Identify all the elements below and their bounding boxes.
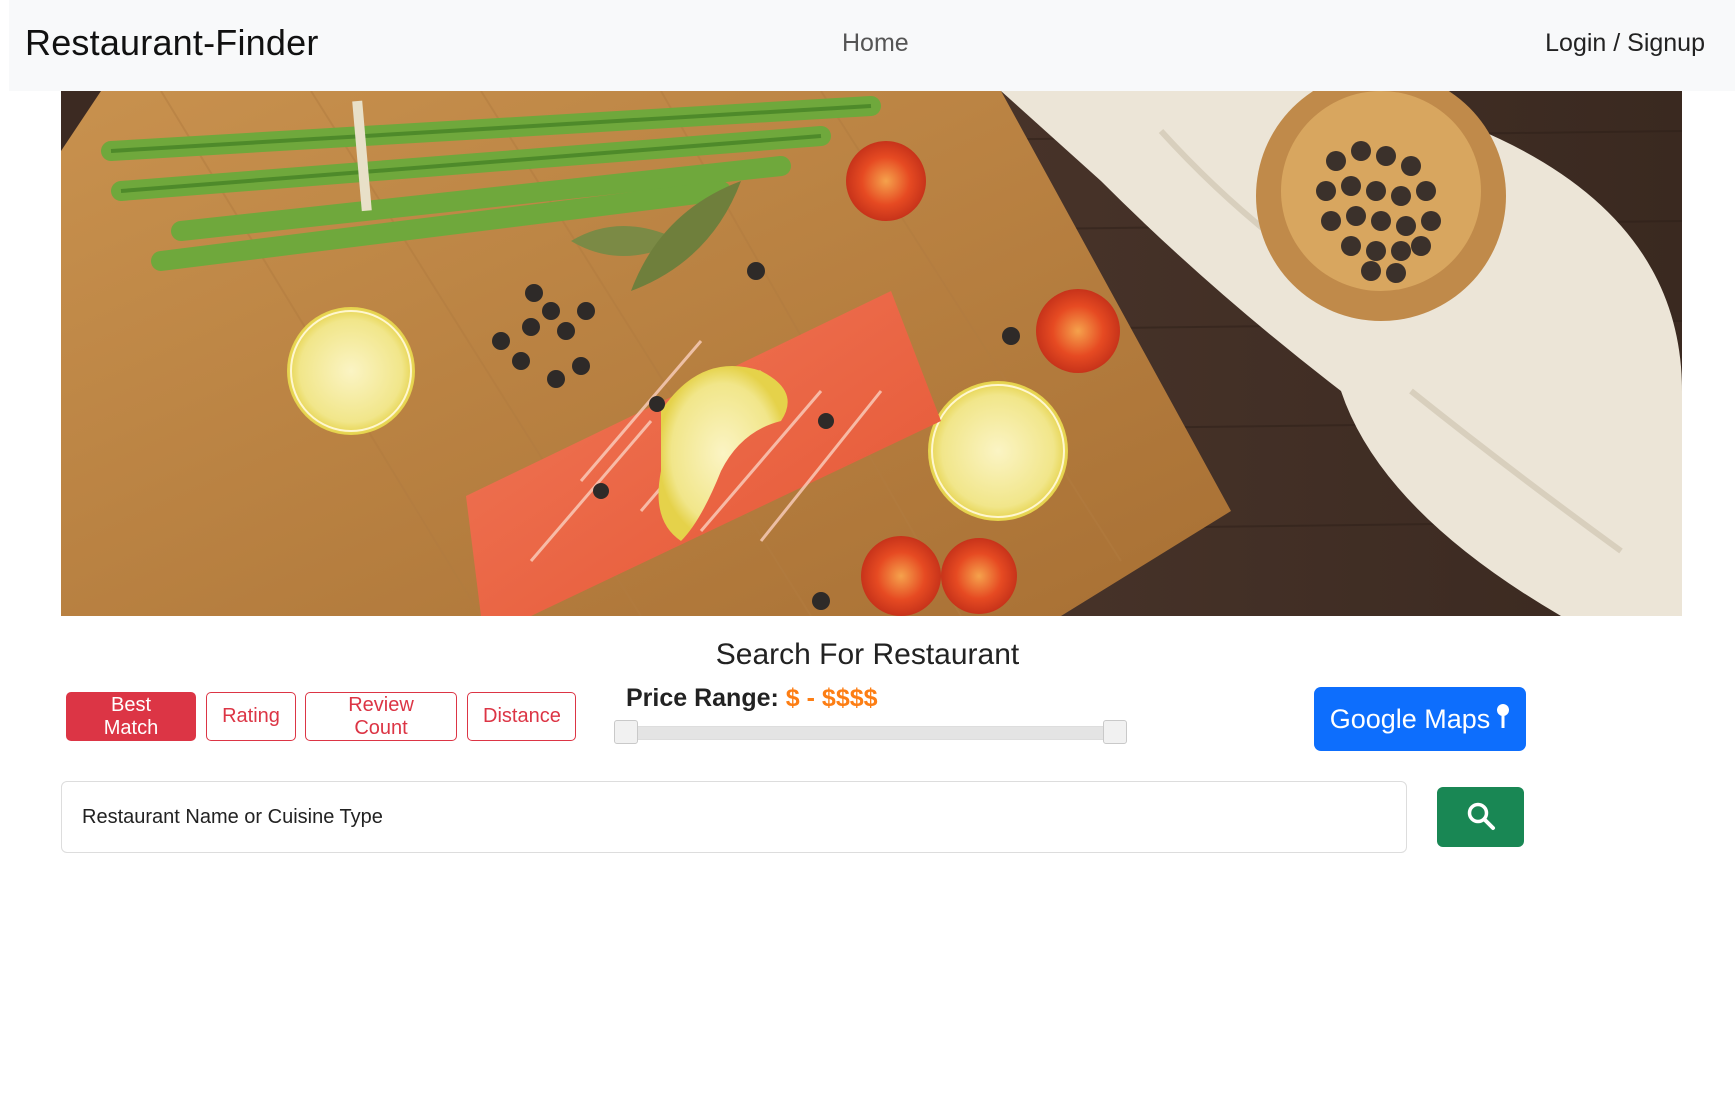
search-button[interactable] <box>1437 787 1524 847</box>
search-input[interactable] <box>61 781 1407 853</box>
brand-link[interactable]: Restaurant-Finder <box>25 22 319 64</box>
nav-login-signup-link[interactable]: Login / Signup <box>1545 29 1705 58</box>
price-range-label: Price Range: $ - $$$$ <box>626 684 878 713</box>
price-range-value: $ - $$$$ <box>785 684 878 712</box>
sort-best-match-button[interactable]: Best Match <box>66 692 196 741</box>
nav-home-link[interactable]: Home <box>842 29 909 58</box>
price-range-min-handle[interactable] <box>614 720 638 744</box>
sort-distance-button[interactable]: Distance <box>467 692 576 741</box>
map-pin-icon <box>1496 703 1510 736</box>
price-range-title: Price Range: <box>626 684 779 712</box>
search-icon <box>1466 801 1496 834</box>
hero-image <box>61 91 1682 616</box>
google-maps-button[interactable]: Google Maps <box>1314 687 1526 751</box>
sort-rating-button[interactable]: Rating <box>206 692 296 741</box>
price-range-slider-track[interactable] <box>617 726 1125 740</box>
sort-review-count-button[interactable]: Review Count <box>305 692 457 741</box>
search-title: Search For Restaurant <box>715 638 1020 671</box>
price-range-max-handle[interactable] <box>1103 720 1127 744</box>
google-maps-label: Google Maps <box>1329 703 1491 734</box>
navbar: Restaurant-Finder Home Login / Signup <box>9 0 1735 91</box>
